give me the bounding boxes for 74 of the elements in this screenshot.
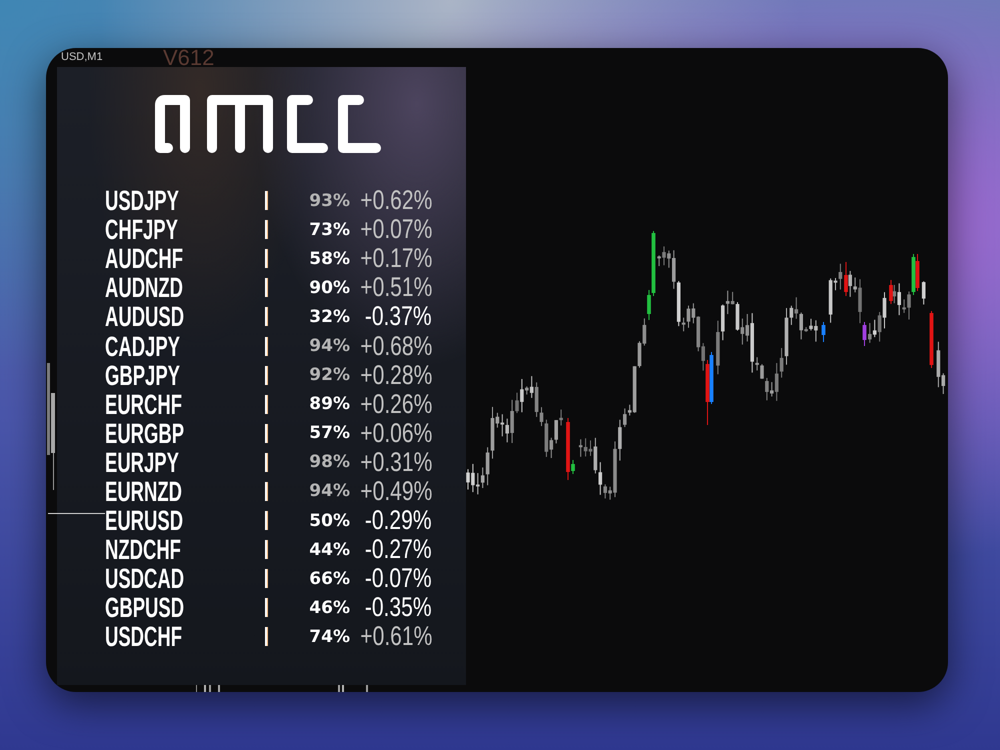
change-value: +0.07% bbox=[360, 215, 432, 244]
pair-name: GBPUSD bbox=[105, 593, 184, 622]
strength-value: 90% bbox=[309, 278, 350, 298]
pair-name: AUDUSD bbox=[105, 302, 184, 332]
divider bbox=[265, 278, 268, 298]
pair-name: USDCAD bbox=[105, 564, 184, 594]
signal-candle bbox=[862, 322, 866, 346]
divider bbox=[265, 452, 268, 472]
pair-name: EURNZD bbox=[105, 476, 182, 506]
strength-value: 57% bbox=[309, 423, 350, 444]
pair-name: AUDNZD bbox=[105, 273, 184, 302]
pair-name: CADJPY bbox=[105, 332, 180, 361]
strength-value: 89% bbox=[309, 394, 350, 414]
change-value: +0.31% bbox=[360, 448, 432, 477]
pair-name: EURGBP bbox=[105, 418, 184, 448]
candlestick bbox=[366, 685, 368, 692]
change-value: -0.07% bbox=[365, 564, 432, 594]
crosshair-line bbox=[48, 513, 105, 514]
change-value: +0.06% bbox=[360, 418, 432, 448]
pair-name: EURUSD bbox=[105, 506, 184, 536]
divider bbox=[265, 394, 268, 414]
pair-name: EURJPY bbox=[105, 448, 179, 477]
pair-name: AUDCHF bbox=[105, 244, 184, 274]
divider bbox=[265, 336, 268, 356]
change-value: -0.29% bbox=[365, 506, 432, 536]
signal-candle bbox=[822, 322, 826, 342]
strength-value: 32% bbox=[309, 306, 350, 327]
strength-value: 93% bbox=[309, 190, 350, 211]
strength-value: 58% bbox=[309, 248, 350, 269]
strength-value: 98% bbox=[309, 452, 350, 472]
pair-name: EURCHF bbox=[105, 390, 182, 419]
pair-name: NZDCHF bbox=[105, 535, 181, 564]
signal-candle bbox=[844, 262, 848, 296]
divider bbox=[265, 540, 268, 560]
change-value: +0.17% bbox=[360, 244, 432, 274]
change-value: -0.35% bbox=[365, 593, 432, 622]
change-value: -0.27% bbox=[365, 535, 432, 564]
change-value: +0.62% bbox=[360, 186, 432, 216]
divider bbox=[265, 424, 268, 443]
strength-value: 73% bbox=[309, 220, 350, 240]
strength-value: 44% bbox=[309, 540, 350, 560]
change-value: +0.61% bbox=[360, 622, 432, 652]
strength-value: 92% bbox=[309, 365, 350, 386]
divider bbox=[265, 598, 268, 618]
signal-candle bbox=[930, 311, 934, 368]
strength-value: 94% bbox=[309, 336, 350, 356]
change-value: +0.68% bbox=[360, 332, 432, 361]
divider bbox=[265, 307, 268, 326]
strength-value: 66% bbox=[309, 568, 350, 589]
strength-value: 46% bbox=[309, 598, 350, 618]
change-value: +0.28% bbox=[360, 360, 432, 390]
divider bbox=[265, 627, 268, 646]
divider bbox=[265, 569, 268, 588]
pair-name: GBPJPY bbox=[105, 360, 180, 390]
pair-name: CHFJPY bbox=[105, 215, 178, 244]
signal-candle bbox=[889, 280, 893, 304]
divider bbox=[265, 249, 268, 268]
change-value: +0.51% bbox=[360, 273, 432, 302]
change-value: +0.49% bbox=[360, 476, 432, 506]
strength-value: 50% bbox=[309, 510, 350, 531]
strength-value: 74% bbox=[309, 626, 350, 647]
change-value: -0.37% bbox=[365, 302, 432, 332]
pair-name: USDJPY bbox=[105, 186, 179, 216]
divider bbox=[265, 191, 268, 210]
strength-value: 94% bbox=[309, 481, 350, 502]
change-value: +0.26% bbox=[360, 390, 432, 419]
divider bbox=[265, 220, 268, 240]
divider bbox=[265, 482, 268, 501]
divider bbox=[265, 511, 268, 530]
symbol-label: USD,M1 bbox=[61, 50, 103, 64]
logo-icon bbox=[155, 95, 381, 153]
version-label: V612 bbox=[163, 48, 214, 67]
pair-name: USDCHF bbox=[105, 622, 182, 652]
divider bbox=[265, 366, 268, 385]
